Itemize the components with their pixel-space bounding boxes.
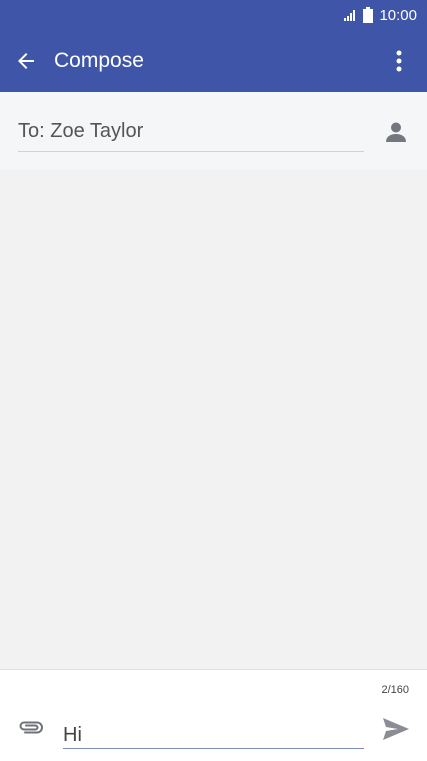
recipient-field[interactable]: To: Zoe Taylor bbox=[18, 116, 364, 152]
signal-icon bbox=[344, 10, 356, 21]
battery-icon bbox=[363, 7, 374, 23]
send-icon bbox=[383, 718, 409, 740]
message-thread-area bbox=[0, 170, 427, 669]
more-vert-icon bbox=[396, 50, 402, 72]
status-bar: 10:00 bbox=[0, 0, 427, 30]
message-input[interactable]: Hi bbox=[63, 722, 364, 749]
app-bar: Compose bbox=[0, 30, 427, 92]
back-arrow-icon bbox=[18, 53, 34, 69]
page-title: Compose bbox=[54, 49, 144, 72]
composer-bar: 2/160 Hi bbox=[0, 669, 427, 761]
back-button[interactable] bbox=[12, 47, 40, 75]
recipient-bar: To: Zoe Taylor bbox=[0, 92, 427, 170]
status-time: 10:00 bbox=[379, 6, 417, 24]
more-options-button[interactable] bbox=[387, 47, 411, 75]
paperclip-icon bbox=[19, 721, 43, 734]
contact-picker-button[interactable] bbox=[383, 119, 409, 145]
person-icon bbox=[386, 122, 406, 142]
character-counter: 2/160 bbox=[381, 684, 409, 696]
status-icons: 10:00 bbox=[343, 5, 417, 25]
attach-button[interactable] bbox=[16, 714, 46, 740]
send-button[interactable] bbox=[381, 714, 411, 744]
